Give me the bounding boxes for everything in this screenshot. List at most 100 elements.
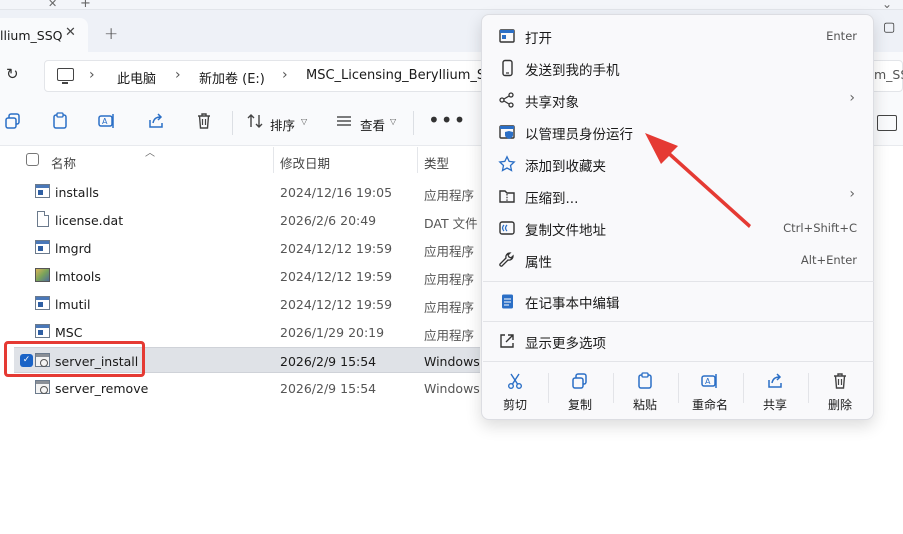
breadcrumb-separator-icon[interactable]: › bbox=[282, 67, 288, 83]
sort-ascending-icon: ︿ bbox=[145, 148, 155, 159]
view-button[interactable]: 查看 bbox=[360, 115, 385, 134]
tab-strip-top-edge bbox=[0, 0, 903, 10]
file-date: 2026/2/6 20:49 bbox=[280, 213, 377, 228]
admin-shield-icon bbox=[499, 125, 515, 139]
more-options-button[interactable]: ••• bbox=[428, 108, 466, 132]
select-all-checkbox[interactable] bbox=[26, 153, 39, 166]
quick-action-label: 粘贴 bbox=[632, 398, 657, 412]
prev-new-tab-icon[interactable]: + bbox=[80, 0, 91, 11]
column-header-type[interactable]: 类型 bbox=[424, 153, 449, 172]
toolbar-divider bbox=[232, 111, 233, 135]
column-divider[interactable] bbox=[417, 147, 418, 173]
quick-action-label: 共享 bbox=[762, 398, 787, 412]
menu-item-copy-path[interactable]: 复制文件地址 Ctrl+Shift+C bbox=[486, 213, 869, 243]
phone-icon bbox=[502, 59, 513, 77]
context-menu: 打开 Enter 发送到我的手机 共享对象 › 以管理员身份运行 添加到收藏夹 … bbox=[481, 14, 874, 420]
exe-icon bbox=[35, 296, 50, 310]
delete-icon bbox=[834, 373, 846, 389]
breadcrumb-this-pc[interactable]: 此电脑 bbox=[117, 68, 156, 87]
copy-path-icon bbox=[499, 221, 515, 235]
file-row[interactable]: lmtools 2024/12/12 19:59 应用程序 bbox=[0, 263, 480, 289]
menu-divider bbox=[483, 281, 874, 282]
menu-item-shortcut: Enter bbox=[826, 29, 857, 43]
menu-item-open[interactable]: 打开 Enter bbox=[486, 21, 869, 51]
breadcrumb-separator-icon[interactable]: › bbox=[175, 67, 181, 83]
quick-action-copy[interactable]: 复制 bbox=[549, 372, 611, 416]
menu-item-add-to-favorites[interactable]: 添加到收藏夹 bbox=[486, 149, 869, 179]
menu-item-properties[interactable]: 属性 Alt+Enter bbox=[486, 245, 869, 275]
delete-icon[interactable] bbox=[195, 112, 213, 130]
file-row[interactable]: lmgrd 2024/12/12 19:59 应用程序 bbox=[0, 235, 480, 261]
window-close-partial-icon[interactable]: ⌄ bbox=[882, 0, 892, 11]
exe-icon bbox=[35, 184, 50, 198]
menu-item-compress-to[interactable]: 压缩到... › bbox=[486, 181, 869, 211]
quick-action-rename[interactable]: A 重命名 bbox=[679, 372, 741, 416]
file-type: DAT 文件 bbox=[424, 216, 478, 231]
new-tab-button[interactable]: + bbox=[104, 24, 118, 44]
chevron-right-icon: › bbox=[849, 186, 855, 202]
file-name: server_remove bbox=[55, 381, 149, 396]
file-name: lmgrd bbox=[55, 241, 92, 256]
details-pane-icon[interactable] bbox=[877, 115, 897, 131]
file-date: 2024/12/16 19:05 bbox=[280, 185, 393, 200]
copy-icon[interactable] bbox=[4, 112, 22, 130]
rename-icon: A bbox=[701, 374, 717, 388]
file-date: 2026/2/9 15:54 bbox=[280, 381, 377, 396]
breadcrumb-folder[interactable]: MSC_Licensing_Beryllium_SS bbox=[306, 68, 493, 83]
rename-icon[interactable]: A bbox=[98, 112, 116, 130]
lmtools-icon bbox=[35, 268, 50, 282]
file-type: 应用程序 bbox=[424, 272, 475, 287]
file-row[interactable]: installs 2024/12/16 19:05 应用程序 bbox=[0, 179, 480, 205]
tab-title[interactable]: llium_SSQ bbox=[0, 28, 62, 43]
file-type: 应用程序 bbox=[424, 328, 475, 343]
share-icon[interactable] bbox=[147, 112, 165, 130]
menu-item-label: 发送到我的手机 bbox=[525, 63, 620, 79]
svg-text:A: A bbox=[102, 117, 108, 126]
exe-icon bbox=[35, 240, 50, 254]
file-type: 应用程序 bbox=[424, 188, 475, 203]
menu-item-label: 打开 bbox=[525, 31, 552, 47]
quick-action-share[interactable]: 共享 bbox=[744, 372, 806, 416]
menu-item-label: 属性 bbox=[525, 255, 552, 271]
prev-tab-close-icon[interactable]: ✕ bbox=[48, 0, 57, 10]
column-divider[interactable] bbox=[273, 147, 274, 173]
exe-icon bbox=[35, 324, 50, 338]
file-name: license.dat bbox=[55, 213, 124, 228]
view-icon[interactable] bbox=[335, 112, 353, 130]
quick-action-label: 剪切 bbox=[502, 398, 527, 412]
quick-action-delete[interactable]: 删除 bbox=[809, 372, 871, 416]
menu-item-run-as-admin[interactable]: 以管理员身份运行 bbox=[486, 117, 869, 147]
menu-item-edit-in-notepad[interactable]: 在记事本中编辑 bbox=[486, 286, 869, 316]
breadcrumb-drive[interactable]: 新加卷 (E:) bbox=[199, 68, 265, 87]
star-icon bbox=[498, 155, 516, 172]
quick-action-label: 删除 bbox=[827, 398, 852, 412]
file-row[interactable]: lmutil 2024/12/12 19:59 应用程序 bbox=[0, 291, 480, 317]
chevron-down-icon[interactable]: ▽ bbox=[301, 117, 307, 126]
paste-icon[interactable] bbox=[51, 112, 69, 130]
chevron-down-icon[interactable]: ▽ bbox=[390, 117, 396, 126]
share-icon bbox=[768, 373, 782, 388]
file-row[interactable]: server_remove 2026/2/9 15:54 Windows bbox=[0, 375, 480, 401]
sort-button[interactable]: 排序 bbox=[270, 115, 295, 134]
sort-icon[interactable] bbox=[246, 112, 264, 130]
menu-item-label: 显示更多选项 bbox=[525, 336, 606, 352]
file-name: MSC bbox=[55, 325, 83, 340]
tab-close-icon[interactable]: ✕ bbox=[65, 25, 76, 40]
menu-item-share-with[interactable]: 共享对象 › bbox=[486, 85, 869, 115]
menu-item-send-to-phone[interactable]: 发送到我的手机 bbox=[486, 53, 869, 83]
chevron-right-icon: › bbox=[849, 90, 855, 106]
file-row[interactable]: license.dat 2026/2/6 20:49 DAT 文件 bbox=[0, 207, 480, 233]
column-header-date[interactable]: 修改日期 bbox=[280, 153, 330, 172]
column-header-name[interactable]: 名称 bbox=[51, 153, 76, 172]
breadcrumb-separator-icon[interactable]: › bbox=[89, 67, 95, 83]
quick-action-paste[interactable]: 粘贴 bbox=[614, 372, 676, 416]
notepad-icon bbox=[502, 294, 513, 309]
window-control-partial-icon[interactable]: ▢ bbox=[883, 20, 895, 35]
file-date: 2026/2/9 15:54 bbox=[280, 354, 377, 369]
paste-icon bbox=[638, 372, 652, 389]
menu-item-show-more-options[interactable]: 显示更多选项 bbox=[486, 326, 869, 356]
menu-item-label: 在记事本中编辑 bbox=[525, 296, 620, 312]
file-name: installs bbox=[55, 185, 99, 200]
refresh-icon[interactable]: ↻ bbox=[6, 65, 19, 83]
quick-action-cut[interactable]: 剪切 bbox=[484, 372, 546, 416]
